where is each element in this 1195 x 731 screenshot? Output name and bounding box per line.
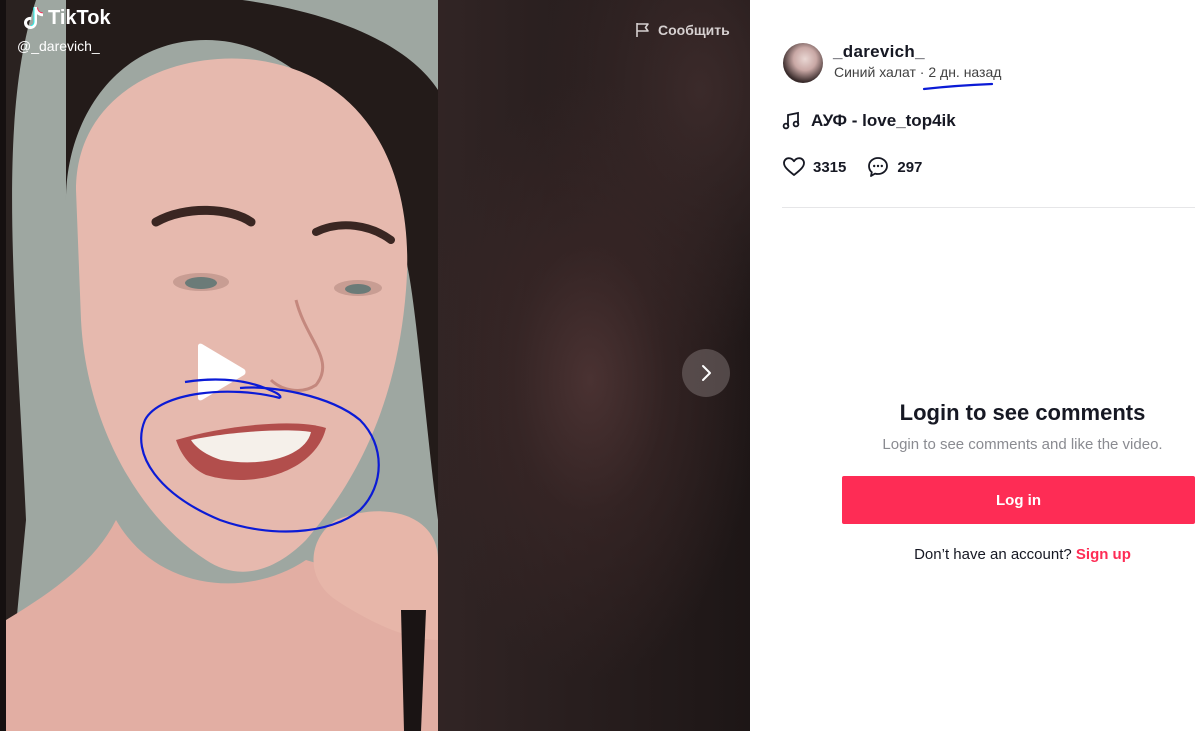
tiktok-logo[interactable]: TikTok <box>22 5 111 31</box>
like-count: 3315 <box>813 158 847 176</box>
chevron-right-icon <box>702 365 711 381</box>
music-link[interactable]: АУФ - love_top4ik <box>781 111 956 131</box>
like-button[interactable]: 3315 <box>782 155 846 179</box>
music-note-icon <box>782 111 800 130</box>
signup-prompt-line: Don’t have an account? Sign up <box>750 546 1195 563</box>
login-title: Login to see comments <box>899 400 1146 425</box>
date-underline-annotation <box>922 82 994 91</box>
next-video-button[interactable] <box>682 349 730 397</box>
video-stats: 3315 297 <box>782 155 942 179</box>
music-title: АУФ - love_top4ik <box>811 111 956 130</box>
author-subline: Синий халат · 2 дн. назад <box>834 64 1001 80</box>
side-panel: _darevich_ Синий халат · 2 дн. назад АУФ… <box>750 0 1195 731</box>
login-button[interactable]: Log in <box>842 476 1195 524</box>
report-button[interactable]: Сообщить <box>634 21 730 39</box>
heart-icon <box>783 157 805 176</box>
author-username[interactable]: _darevich_ <box>833 42 925 62</box>
logo-text: TikTok <box>48 6 111 29</box>
video-player[interactable]: TikTok @_darevich_ Сообщить <box>0 0 750 731</box>
posted-date: 2 дн. назад <box>928 64 1002 80</box>
report-label: Сообщить <box>658 22 730 38</box>
comment-bubble-icon <box>868 157 889 177</box>
author-nickname: Синий халат <box>834 64 916 80</box>
tiktok-note-icon <box>24 7 43 29</box>
signup-link[interactable]: Sign up <box>1076 546 1131 563</box>
divider <box>782 207 1195 208</box>
login-subtitle: Login to see comments and like the video… <box>882 436 1163 453</box>
play-icon[interactable] <box>190 342 250 402</box>
signup-prompt: Don’t have an account? <box>914 546 1072 563</box>
comment-count: 297 <box>897 158 923 176</box>
comment-button[interactable]: 297 <box>866 155 922 179</box>
avatar[interactable] <box>783 43 823 83</box>
flag-icon <box>636 23 649 37</box>
video-creator-handle: @_darevich_ <box>17 38 100 54</box>
separator-dot: · <box>919 64 925 80</box>
